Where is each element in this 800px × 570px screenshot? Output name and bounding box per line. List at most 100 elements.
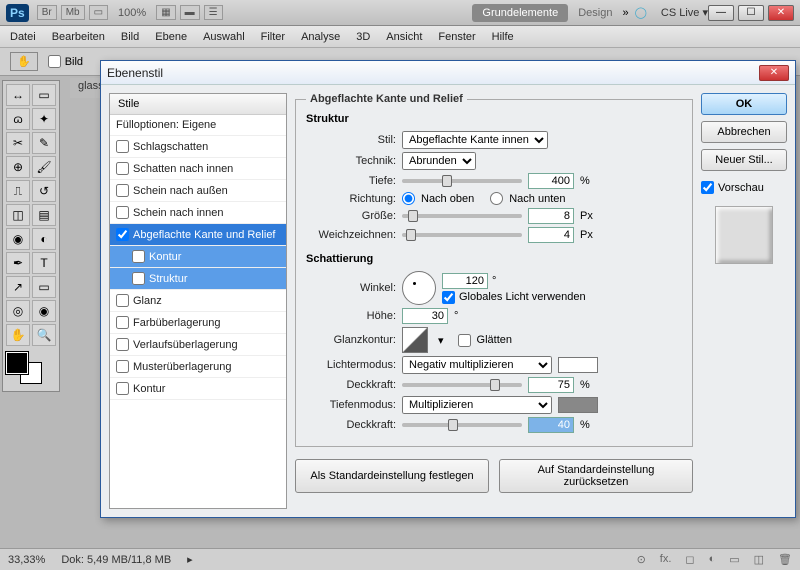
status-icon-1[interactable]: ⊙ <box>637 553 646 566</box>
type-tool[interactable]: T <box>32 252 56 274</box>
workspace-more[interactable]: » <box>622 7 628 19</box>
status-icon-new[interactable]: ◫ <box>754 553 764 566</box>
menu-fenster[interactable]: Fenster <box>438 31 475 43</box>
hoehe-input[interactable] <box>402 308 448 324</box>
style-schatten-innen[interactable]: Schatten nach innen <box>110 158 286 180</box>
bridge-button[interactable]: Br <box>37 5 57 20</box>
workspace-tab-design[interactable]: Design <box>568 4 622 22</box>
wand-tool[interactable]: ✦ <box>32 108 56 130</box>
bild-checkbox[interactable] <box>48 55 61 68</box>
pen-tool[interactable]: ✒ <box>6 252 30 274</box>
reset-default-button[interactable]: Auf Standardeinstellung zurücksetzen <box>499 459 693 493</box>
eyedropper-tool[interactable]: ✎ <box>32 132 56 154</box>
cb-kontur2[interactable] <box>116 382 129 395</box>
cb-bevel[interactable] <box>116 228 129 241</box>
status-icon-mask[interactable]: ◻ <box>685 553 694 566</box>
status-doc[interactable]: Dok: 5,49 MB/11,8 MB <box>61 554 171 566</box>
weich-input[interactable] <box>528 227 574 243</box>
doc-button[interactable]: ☰ <box>204 5 223 20</box>
color-swatches[interactable] <box>6 352 56 388</box>
winkel-input[interactable] <box>442 273 488 289</box>
status-icon-folder[interactable]: ▭ <box>729 553 739 566</box>
shape-tool[interactable]: ▭ <box>32 276 56 298</box>
status-icon-trash[interactable]: 🗑 <box>778 553 792 566</box>
menu-ebene[interactable]: Ebene <box>155 31 187 43</box>
status-icon-adjust[interactable]: ◐ <box>709 553 716 566</box>
cb-scheininnen[interactable] <box>116 206 129 219</box>
richtung-oben-radio[interactable] <box>402 192 415 205</box>
style-kontur[interactable]: Kontur <box>110 378 286 400</box>
glaetten-checkbox[interactable] <box>458 334 471 347</box>
dodge-tool[interactable]: ◐ <box>32 228 56 250</box>
camera-tool[interactable]: ◉ <box>32 300 56 322</box>
eraser-tool[interactable]: ◫ <box>6 204 30 226</box>
ok-button[interactable]: OK <box>701 93 787 115</box>
cancel-button[interactable]: Abbrechen <box>701 121 787 143</box>
crop-tool[interactable]: ✂ <box>6 132 30 154</box>
minimize-button[interactable]: — <box>708 5 734 21</box>
hand-tool[interactable]: ✋ <box>6 324 30 346</box>
tiefe-slider[interactable] <box>402 179 522 183</box>
style-farbuberl[interactable]: Farbüberlagerung <box>110 312 286 334</box>
menu-filter[interactable]: Filter <box>261 31 285 43</box>
lasso-tool[interactable]: ɷ <box>6 108 30 130</box>
brush-tool[interactable]: 🖌 <box>32 156 56 178</box>
menu-ansicht[interactable]: Ansicht <box>386 31 422 43</box>
menu-datei[interactable]: Datei <box>10 31 36 43</box>
history-brush-tool[interactable]: ↺ <box>32 180 56 202</box>
arrange-button[interactable]: ▬ <box>180 5 200 20</box>
gradient-tool[interactable]: ▤ <box>32 204 56 226</box>
styles-header[interactable]: Stile <box>110 94 286 115</box>
tiefe-input[interactable] <box>528 173 574 189</box>
menu-3d[interactable]: 3D <box>356 31 370 43</box>
view-extras-button[interactable]: ▦ <box>156 5 175 20</box>
menu-hilfe[interactable]: Hilfe <box>492 31 514 43</box>
glanzkontur-picker[interactable] <box>402 327 428 353</box>
menu-analyse[interactable]: Analyse <box>301 31 340 43</box>
deckkraft2-slider[interactable] <box>402 423 522 427</box>
deckkraft2-input[interactable] <box>528 417 574 433</box>
blur-tool[interactable]: ◉ <box>6 228 30 250</box>
new-style-button[interactable]: Neuer Stil... <box>701 149 787 171</box>
zoom-level[interactable]: 100% <box>118 7 146 19</box>
cb-glanz[interactable] <box>116 294 129 307</box>
path-tool[interactable]: ↗ <box>6 276 30 298</box>
cb-farbuberl[interactable] <box>116 316 129 329</box>
preview-checkbox[interactable] <box>701 181 714 194</box>
blend-options-row[interactable]: Fülloptionen: Eigene <box>110 115 286 136</box>
marquee-tool[interactable]: ▭ <box>32 84 56 106</box>
style-bevel[interactable]: Abgeflachte Kante und Relief <box>110 224 286 246</box>
cb-schlagschatten[interactable] <box>116 140 129 153</box>
move-tool[interactable]: ↔ <box>6 84 30 106</box>
technik-select[interactable]: Abrunden <box>402 152 476 170</box>
menu-bearbeiten[interactable]: Bearbeiten <box>52 31 105 43</box>
menu-bild[interactable]: Bild <box>121 31 139 43</box>
fg-color[interactable] <box>6 352 28 374</box>
style-musteruberl[interactable]: Musterüberlagerung <box>110 356 286 378</box>
shadow-color-swatch[interactable] <box>558 397 598 413</box>
style-schlagschatten[interactable]: Schlagschatten <box>110 136 286 158</box>
menu-auswahl[interactable]: Auswahl <box>203 31 245 43</box>
status-icon-fx[interactable]: fx. <box>660 553 672 566</box>
hand-tool-icon[interactable]: ✋ <box>10 52 38 71</box>
stil-select[interactable]: Abgeflachte Kante innen <box>402 131 548 149</box>
style-schein-aussen[interactable]: Schein nach außen <box>110 180 286 202</box>
dialog-titlebar[interactable]: Ebenenstil ✕ <box>101 61 795 85</box>
cslive-menu[interactable]: CS Live ▾ <box>661 6 708 19</box>
dialog-close-button[interactable]: ✕ <box>759 65 789 81</box>
cb-verlaufuberl[interactable] <box>116 338 129 351</box>
style-glanz[interactable]: Glanz <box>110 290 286 312</box>
3d-tool[interactable]: ◎ <box>6 300 30 322</box>
groesse-slider[interactable] <box>402 214 522 218</box>
tiefenmodus-select[interactable]: Multiplizieren <box>402 396 552 414</box>
cb-schatteninnen[interactable] <box>116 162 129 175</box>
stamp-tool[interactable]: ⎍ <box>6 180 30 202</box>
maximize-button[interactable]: ☐ <box>738 5 764 21</box>
highlight-color-swatch[interactable] <box>558 357 598 373</box>
lichtermodus-select[interactable]: Negativ multiplizieren <box>402 356 552 374</box>
style-bevel-struktur[interactable]: Struktur <box>110 268 286 290</box>
cb-scheinaussen[interactable] <box>116 184 129 197</box>
globallicht-checkbox[interactable] <box>442 291 455 304</box>
make-default-button[interactable]: Als Standardeinstellung festlegen <box>295 459 489 493</box>
angle-widget[interactable] <box>402 271 436 305</box>
